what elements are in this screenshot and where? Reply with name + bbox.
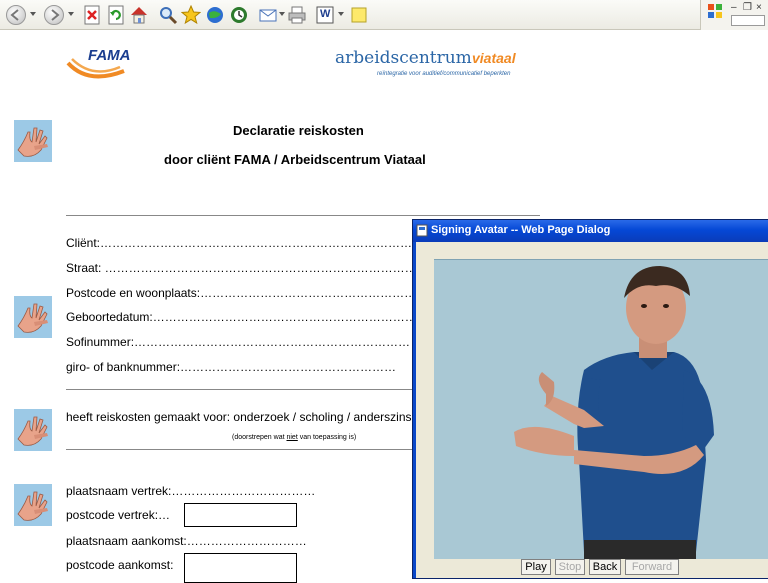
divider [66, 449, 414, 450]
divider [66, 215, 540, 216]
viataal-tagline: reïntegratie voor auditief/communicatief… [377, 71, 511, 77]
word-icon-glyph: W [320, 8, 331, 20]
history-icon[interactable] [229, 5, 249, 25]
departure-postcode-label: postcode vertrek:… [66, 508, 171, 522]
home-icon[interactable] [129, 5, 149, 25]
sign-language-hand-icon[interactable] [14, 120, 52, 162]
strike-instruction: (doorstrepen wat niet van toepassing is) [232, 434, 356, 441]
signing-avatar-figure [514, 266, 714, 559]
client-field[interactable]: Cliënt:…………………………………………………………………… [66, 236, 412, 250]
play-button[interactable]: Play [521, 559, 551, 575]
notes-icon[interactable] [349, 5, 369, 25]
divider [66, 389, 414, 390]
windows-logo-icon [708, 4, 722, 18]
restore-button[interactable]: ❐ [743, 2, 752, 13]
favorites-icon[interactable] [180, 4, 202, 25]
sign-language-hand-icon[interactable] [14, 484, 52, 526]
birthdate-field[interactable]: Geboortedatum:………………………………………………………… [66, 310, 417, 324]
viataal-logo: arbeidscentrum viataal reïntegratie voor… [335, 48, 545, 82]
dialog-title: Signing Avatar -- Web Page Dialog [431, 224, 611, 236]
word-icon[interactable]: W [315, 5, 335, 25]
minimize-button[interactable]: – [731, 2, 737, 13]
dialog-page-icon [416, 224, 428, 237]
back-icon[interactable] [6, 5, 26, 25]
sign-language-hand-icon[interactable] [14, 296, 52, 338]
back-button[interactable]: Back [589, 559, 621, 575]
close-button[interactable]: × [756, 2, 762, 13]
strike-instruction-part: (doorstrepen wat [232, 434, 287, 441]
street-field[interactable]: Straat: …………………………………………………………………… [66, 261, 417, 275]
form-title: Declaratie reiskosten [233, 123, 364, 138]
bank-number-field[interactable]: giro- of banknummer:……………………………………………… [66, 360, 396, 374]
form-subtitle: door cliënt FAMA / Arbeidscentrum Viataa… [164, 152, 426, 167]
mail-dropdown-icon[interactable] [279, 12, 285, 16]
forward-dropdown-icon[interactable] [68, 12, 74, 16]
arrival-postcode-input[interactable] [184, 553, 297, 583]
url-field-remnant[interactable] [731, 15, 765, 26]
signing-avatar-dialog: Signing Avatar -- Web Page Dialog Play S… [412, 219, 768, 579]
viataal-name-text: viataal [472, 50, 516, 66]
dialog-titlebar[interactable]: Signing Avatar -- Web Page Dialog [413, 220, 768, 242]
browser-toolbar: W – ❐ × [0, 0, 768, 30]
strike-instruction-part: van toepassing is) [297, 434, 357, 441]
arrival-place-field[interactable]: plaatsnaam aankomst:………………………… [66, 534, 307, 548]
stop-icon[interactable] [82, 5, 102, 25]
arrival-postcode-label: postcode aankomst: [66, 558, 174, 572]
mail-icon[interactable] [258, 5, 278, 25]
print-icon[interactable] [287, 5, 307, 25]
fama-logo: FAMA [66, 47, 142, 83]
sign-language-hand-icon[interactable] [14, 409, 52, 451]
departure-postcode-input[interactable] [184, 503, 297, 527]
media-icon[interactable] [205, 5, 225, 25]
window-controls: – ❐ × [700, 0, 768, 30]
stop-button[interactable]: Stop [555, 559, 585, 575]
postcode-city-field[interactable]: Postcode en woonplaats:……………………………………………… [66, 286, 428, 300]
travel-purpose-field[interactable]: heeft reiskosten gemaakt voor: onderzoek… [66, 410, 427, 424]
forward-icon[interactable] [44, 5, 64, 25]
word-dropdown-icon[interactable] [338, 12, 344, 16]
sofinumber-field[interactable]: Sofinummer:…………………………………………………………… [66, 335, 410, 349]
back-dropdown-icon[interactable] [30, 12, 36, 16]
departure-place-field[interactable]: plaatsnaam vertrek:……………………………… [66, 484, 315, 498]
forward-button[interactable]: Forward [625, 559, 679, 575]
dialog-body: Play Stop Back Forward [416, 242, 768, 578]
avatar-video [434, 259, 768, 559]
fama-logo-text: FAMA [88, 47, 131, 64]
search-icon[interactable] [158, 5, 178, 25]
refresh-icon[interactable] [106, 5, 126, 25]
viataal-brand-text: arbeidscentrum [335, 48, 472, 68]
strike-instruction-underlined: niet [286, 434, 298, 441]
